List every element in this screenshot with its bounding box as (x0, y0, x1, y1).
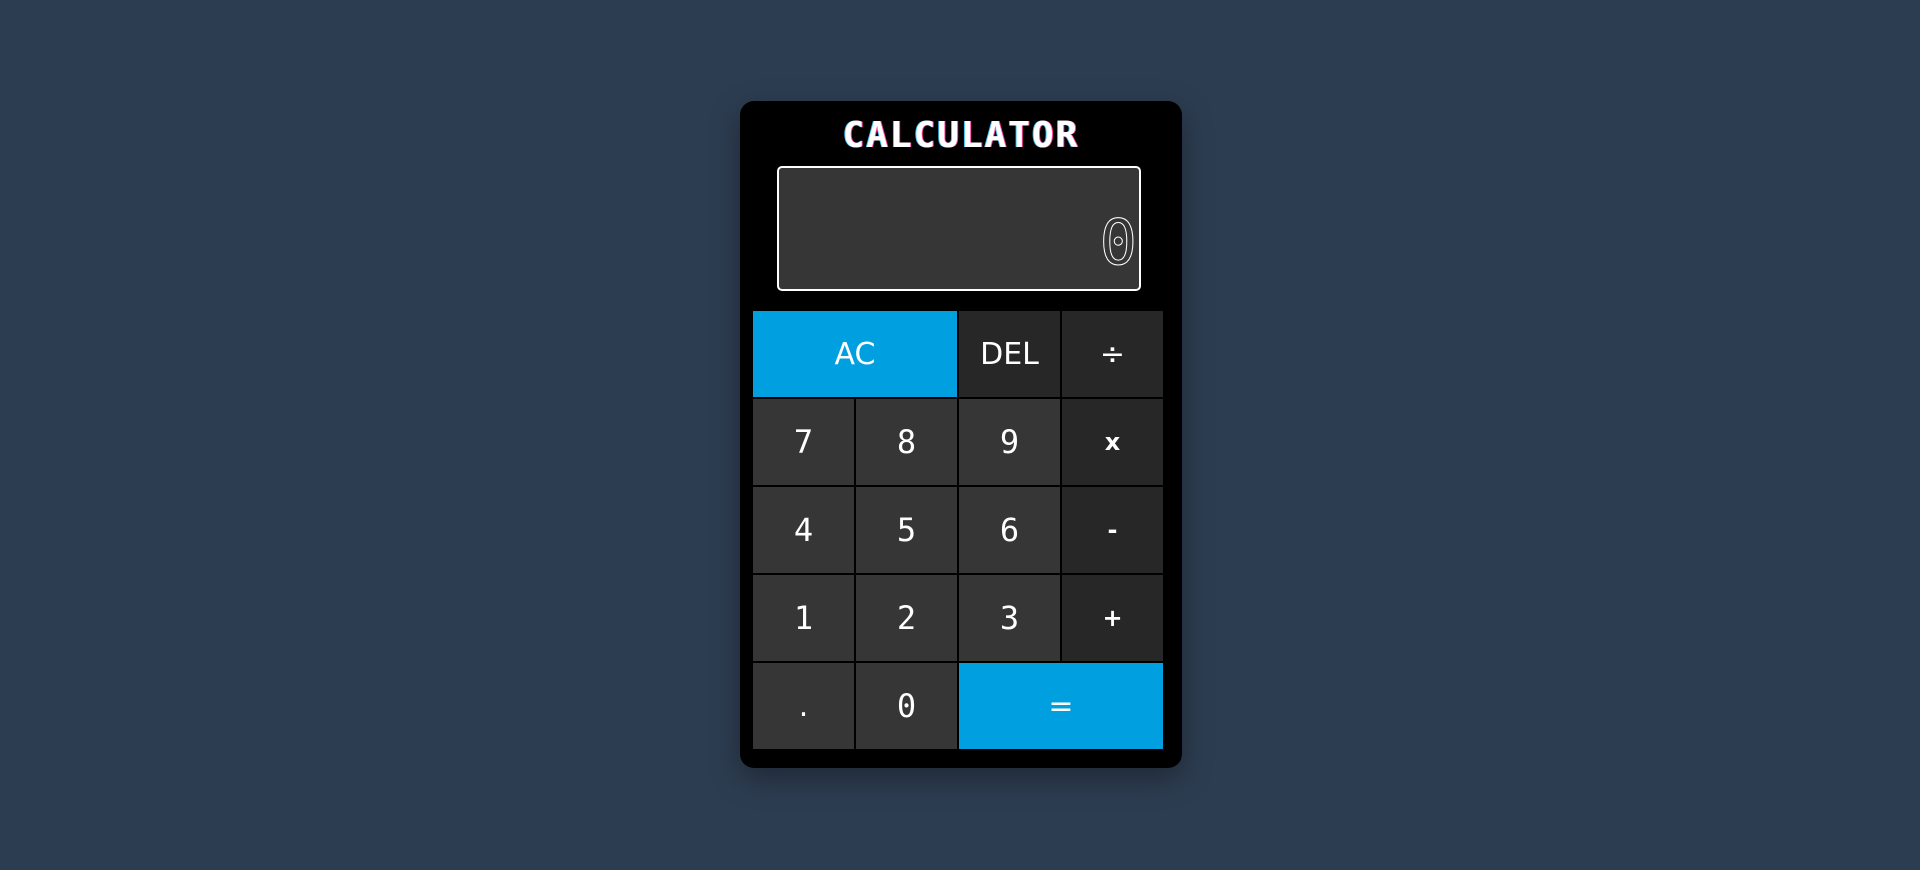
digit-2-button[interactable]: 2 (856, 575, 957, 661)
digit-5-button[interactable]: 5 (856, 487, 957, 573)
calculator-title: CALCULATOR (842, 115, 1080, 156)
calculator: CALCULATOR 0 AC DEL ÷ 7 8 9 x 4 5 6 - 1 … (740, 101, 1182, 768)
delete-button[interactable]: DEL (959, 311, 1060, 397)
digit-9-button[interactable]: 9 (959, 399, 1060, 485)
digit-1-button[interactable]: 1 (753, 575, 854, 661)
equals-button[interactable]: = (959, 663, 1163, 749)
add-button[interactable]: + (1062, 575, 1163, 661)
digit-3-button[interactable]: 3 (959, 575, 1060, 661)
digit-0-button[interactable]: 0 (856, 663, 957, 749)
multiply-button[interactable]: x (1062, 399, 1163, 485)
digit-7-button[interactable]: 7 (753, 399, 854, 485)
decimal-button[interactable]: . (753, 663, 854, 749)
subtract-button[interactable]: - (1062, 487, 1163, 573)
divide-button[interactable]: ÷ (1062, 311, 1163, 397)
digit-4-button[interactable]: 4 (753, 487, 854, 573)
keypad: AC DEL ÷ 7 8 9 x 4 5 6 - 1 2 3 + . 0 = (753, 311, 1167, 755)
digit-6-button[interactable]: 6 (959, 487, 1060, 573)
display-value: 0 (1099, 206, 1137, 279)
all-clear-button[interactable]: AC (753, 311, 957, 397)
display-screen: 0 (777, 166, 1141, 291)
digit-8-button[interactable]: 8 (856, 399, 957, 485)
